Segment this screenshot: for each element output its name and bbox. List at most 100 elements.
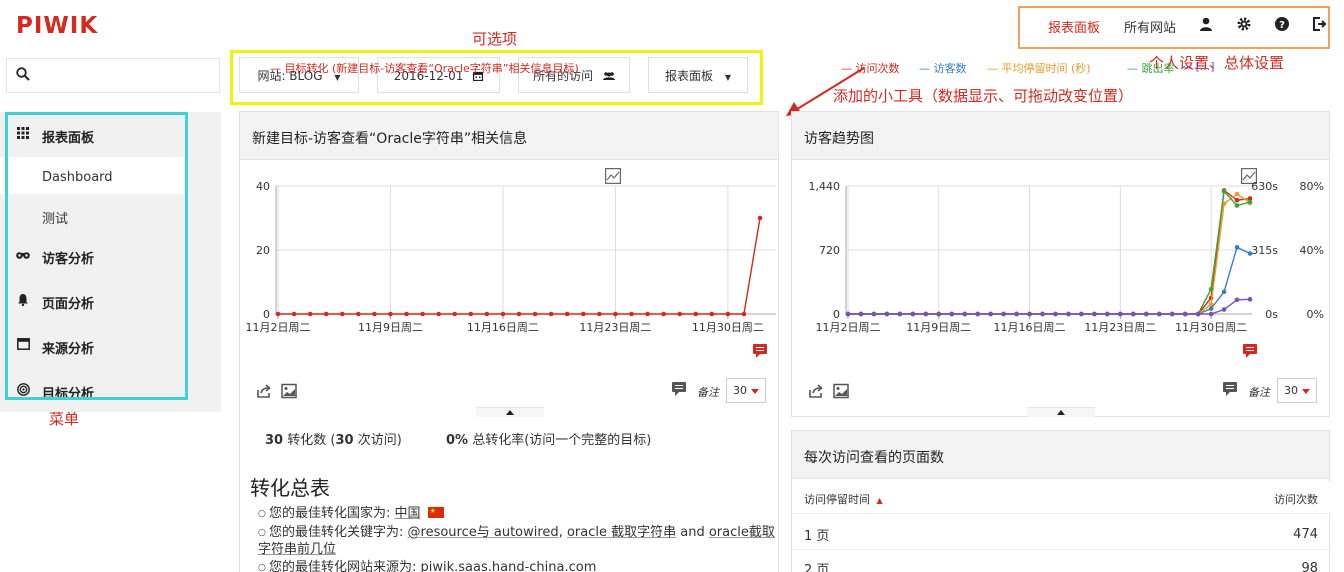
- data-point: [564, 311, 570, 317]
- data-point: [661, 311, 666, 317]
- data-point: [871, 311, 877, 317]
- trend-legend-item[interactable]: — 跳出率: [1127, 60, 1175, 76]
- limit-selector[interactable]: 30: [726, 378, 766, 403]
- y-tick-label: 20: [256, 244, 270, 257]
- goal-widget-header[interactable]: 新建目标-访客查看“Oracle字符串”相关信息: [240, 112, 778, 160]
- user-icon[interactable]: [1198, 16, 1214, 32]
- summary-keyword-link[interactable]: @resource与 autowired: [408, 525, 559, 540]
- x-tick-label: 11月16日周二: [467, 321, 539, 334]
- data-point: [388, 311, 393, 317]
- visits-count: 30: [335, 433, 354, 448]
- dashboard-selector-label: 报表面板: [665, 69, 714, 83]
- table-row[interactable]: 1 页 474: [792, 513, 1330, 549]
- series-line: [848, 246, 1251, 315]
- summary-keyword-link[interactable]: oracle 截取字符串: [567, 525, 676, 540]
- series-line: [848, 189, 1251, 315]
- data-point: [1208, 286, 1214, 292]
- annotation-marker-icon[interactable]: [752, 343, 768, 359]
- data-point: [275, 311, 281, 317]
- data-point: [580, 311, 586, 317]
- annotation-marker-icon[interactable]: [1242, 343, 1258, 359]
- y2-tick-label: 315s: [1251, 244, 1278, 257]
- summary-item-keyword: 您的最佳转化关键字为: @resource与 autowired, oracle…: [258, 524, 780, 558]
- x-tick-label: 11月30日周二: [692, 321, 764, 334]
- data-point: [1234, 297, 1240, 303]
- data-point: [500, 311, 506, 317]
- conversions-count: 30: [265, 433, 284, 448]
- column-header-visits[interactable]: 访问次数: [1274, 491, 1318, 507]
- gear-icon[interactable]: [1236, 16, 1252, 32]
- data-point: [1234, 191, 1240, 197]
- table-row[interactable]: 2 页 98: [792, 549, 1330, 572]
- y-tick-label: 720: [819, 244, 840, 257]
- data-point: [372, 311, 377, 317]
- help-icon[interactable]: ?: [1274, 16, 1290, 32]
- column-header-label: 访问停留时间: [804, 493, 870, 506]
- trend-legend-item[interactable]: — 访问次数: [841, 60, 900, 76]
- pages-widget-header[interactable]: 每次访问查看的页面数: [792, 431, 1329, 479]
- conversion-rate-label: 总转化率(访问一个完整的目标): [472, 433, 652, 448]
- topnav-dashboard-link[interactable]: 报表面板: [1048, 17, 1100, 36]
- search-input[interactable]: [6, 58, 220, 93]
- data-point: [897, 311, 903, 317]
- trend-legend-item[interactable]: — [...]: [1181, 60, 1215, 73]
- conversions-label: 转化数 (: [287, 433, 336, 448]
- export-icon[interactable]: [808, 383, 824, 399]
- svg-text:?: ?: [1279, 20, 1285, 31]
- goal-chart-legend[interactable]: — 目标转化 (新建目标-访客查看“Oracle字符串”相关信息目标): [270, 60, 579, 76]
- image-export-icon[interactable]: [833, 383, 849, 399]
- collapse-toggle[interactable]: [1027, 407, 1095, 417]
- summary-country-link[interactable]: 中国: [395, 506, 421, 521]
- visits-label: 次访问): [357, 433, 402, 448]
- data-point: [323, 311, 329, 317]
- dashboard-selector[interactable]: 报表面板 ▼: [648, 57, 748, 93]
- x-tick-label: 11月2日周二: [246, 321, 311, 334]
- data-point: [1130, 311, 1136, 317]
- data-point: [741, 311, 747, 317]
- data-point: [1221, 289, 1227, 295]
- data-point: [962, 311, 968, 317]
- data-point: [1014, 311, 1019, 317]
- trend-legend-item[interactable]: — 平均停留时间 (秒): [987, 60, 1091, 76]
- column-header-duration[interactable]: 访问停留时间 ▲: [804, 491, 883, 507]
- y-tick-label: 0: [833, 308, 840, 321]
- trend-legend-item[interactable]: — 访客数: [919, 60, 967, 76]
- collapse-toggle[interactable]: [476, 407, 544, 417]
- data-point: [1182, 311, 1188, 317]
- summary-prefix: 您的最佳转化国家为:: [269, 506, 395, 521]
- data-point: [420, 311, 425, 317]
- goal-chart[interactable]: 0 20 40 11月2日周二 11月9日周二 11月16日周二 11月23日周二 11月30…: [240, 176, 780, 336]
- limit-selector[interactable]: 30: [1277, 378, 1317, 403]
- data-point: [1247, 199, 1253, 205]
- series-line: [848, 189, 1251, 315]
- notes-icon[interactable]: [671, 381, 687, 397]
- notes-icon[interactable]: [1222, 381, 1238, 397]
- pages-widget-title: 每次访问查看的页面数: [804, 450, 944, 466]
- summary-item-referrer: 您的最佳转化网站来源为: piwik.saas.hand-china.com: [258, 559, 596, 572]
- logout-icon[interactable]: [1311, 16, 1327, 32]
- image-export-icon[interactable]: [281, 383, 297, 399]
- trend-widget-header[interactable]: 访客趋势图: [792, 112, 1329, 160]
- data-point: [1105, 311, 1110, 317]
- menu-highlight-box: [5, 112, 188, 400]
- trend-chart[interactable]: 0 720 1,440 0s 315s 630s 0% 40% 80% 11月2日周二 11月9日周…: [792, 176, 1330, 336]
- export-icon[interactable]: [256, 383, 272, 399]
- data-point: [532, 311, 538, 317]
- x-tick-label: 11月16日周二: [994, 321, 1066, 334]
- y-tick-label: 0: [263, 308, 270, 321]
- summary-item-country: 您的最佳转化国家为: 中国 ★: [258, 505, 444, 523]
- piwik-logo[interactable]: PIWIK: [16, 13, 98, 39]
- data-point: [1234, 203, 1240, 208]
- limit-value: 30: [1284, 384, 1298, 397]
- data-point: [757, 215, 763, 221]
- topnav-all-websites-link[interactable]: 所有网站: [1124, 17, 1176, 36]
- notes-label: 备注: [697, 386, 719, 399]
- goal-legend-item: 目标转化 (新建目标-访客查看“Oracle字符串”相关信息目标): [284, 62, 579, 75]
- summary-and: and: [676, 525, 709, 540]
- conversion-rate-value: 0%: [446, 433, 469, 448]
- data-point: [1092, 311, 1097, 317]
- data-point: [1247, 251, 1253, 256]
- summary-referrer-link[interactable]: piwik.saas.hand-china.com: [421, 560, 597, 572]
- flag-china-icon: ★: [427, 507, 444, 518]
- data-point: [884, 311, 890, 317]
